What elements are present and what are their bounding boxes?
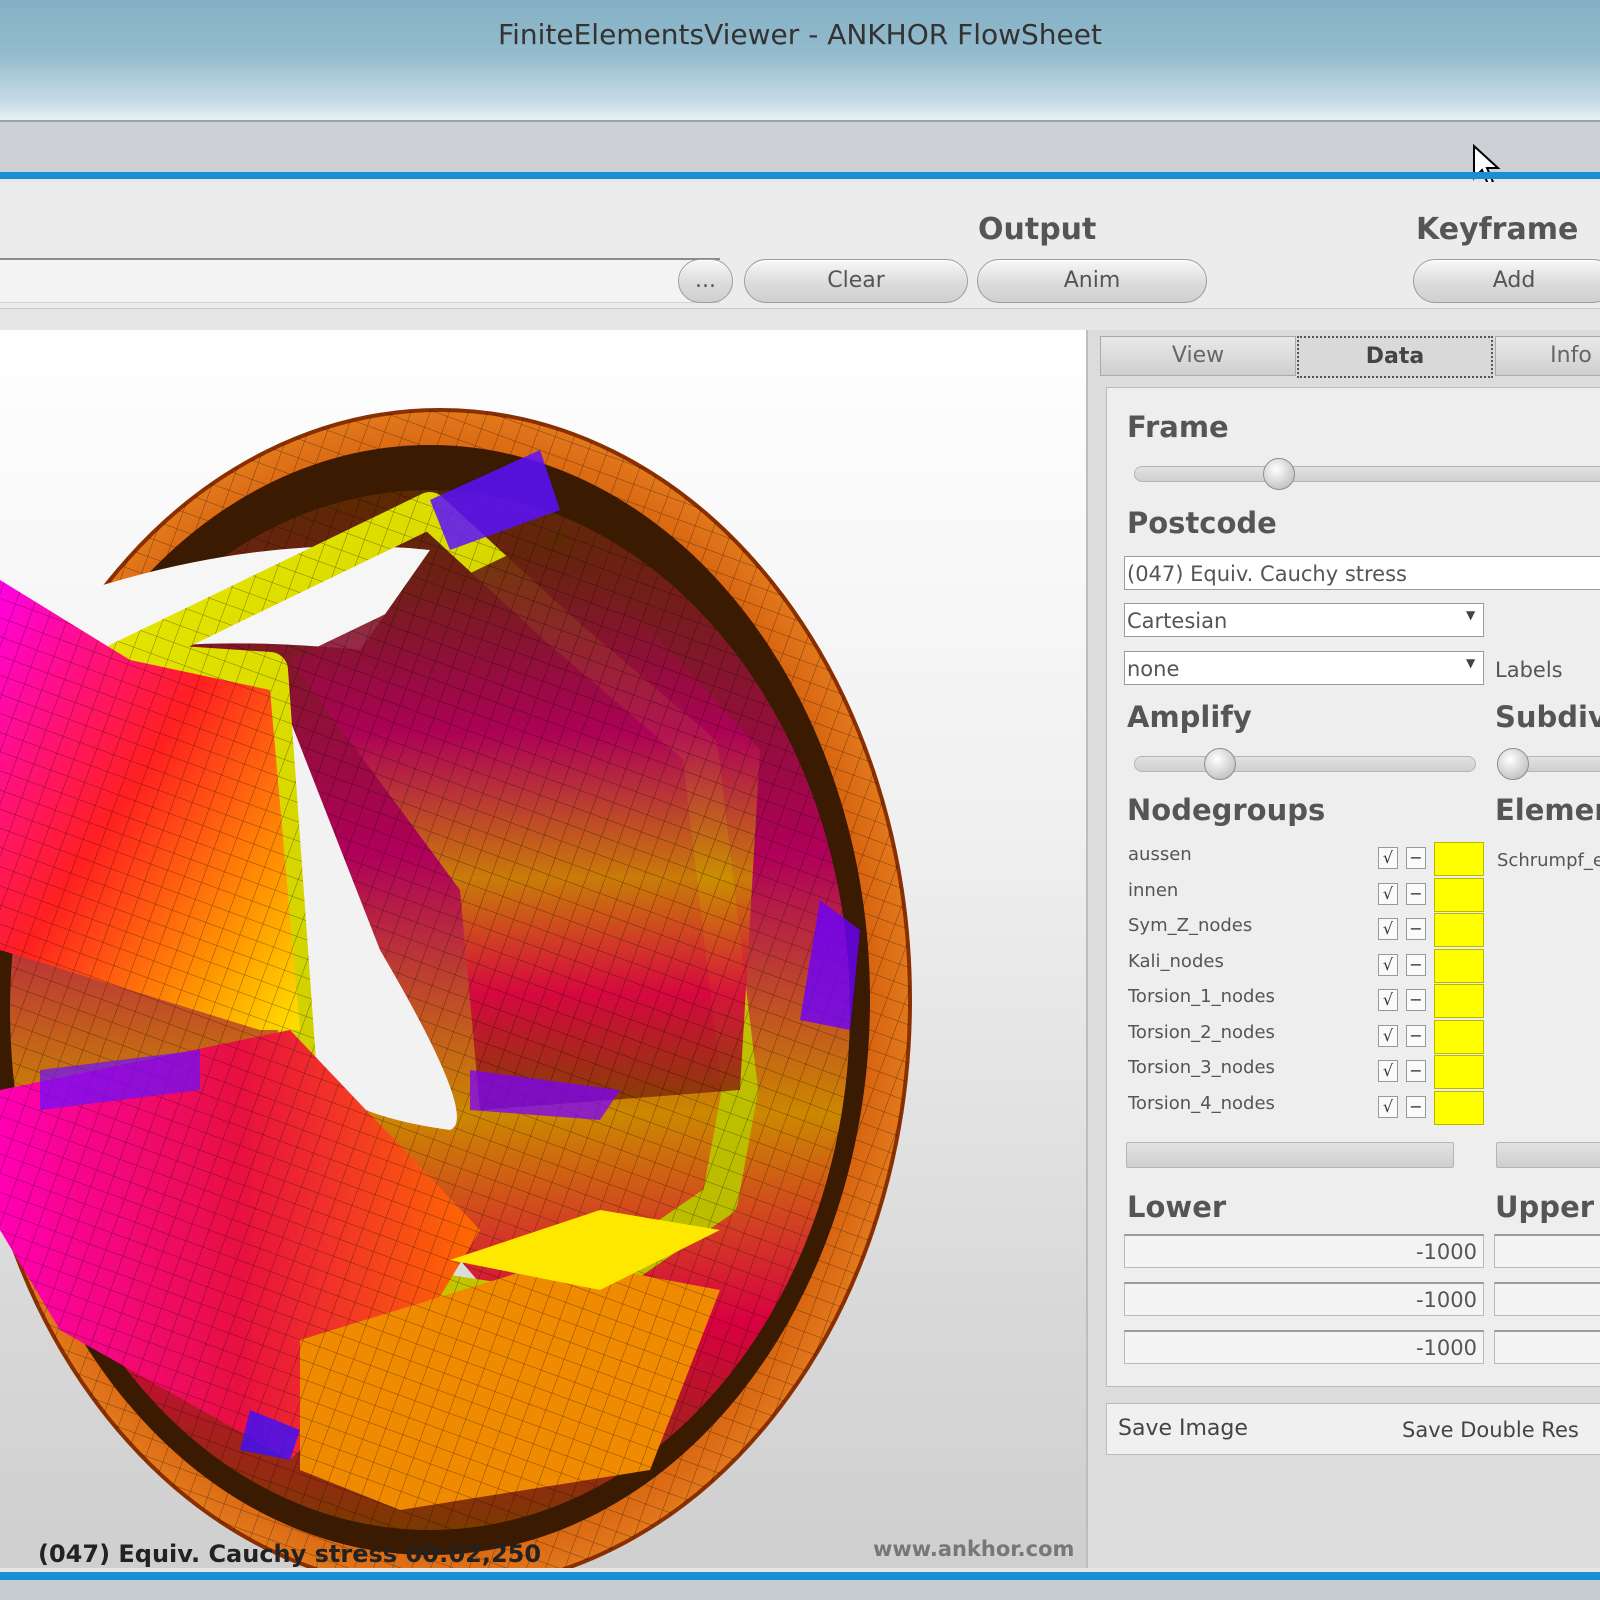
subdivision-title: Subdivi xyxy=(1495,700,1600,734)
lower-value-3[interactable]: -1000 xyxy=(1124,1330,1484,1364)
upper-value-3[interactable] xyxy=(1494,1330,1600,1364)
nodegroup-visible-checkbox[interactable]: √ xyxy=(1378,1060,1398,1082)
nodegroup-minus-checkbox[interactable]: − xyxy=(1406,1095,1426,1118)
labels-caption: Labels xyxy=(1495,658,1563,682)
nodegroups-title: Nodegroups xyxy=(1127,793,1326,827)
nodegroup-row: Torsion_1_nodes √ − xyxy=(1128,982,1484,1018)
nodegroup-visible-checkbox[interactable]: √ xyxy=(1378,1095,1398,1118)
nodegroup-color-swatch[interactable] xyxy=(1434,1090,1484,1125)
nodegroup-visible-checkbox[interactable]: √ xyxy=(1378,953,1398,976)
elements-title: Elemen xyxy=(1495,793,1600,827)
nodegroup-name: Sym_Z_nodes xyxy=(1128,915,1253,936)
add-keyframe-button[interactable]: Add xyxy=(1413,259,1600,303)
result-caption: (047) Equiv. Cauchy stress 00:02,250 xyxy=(38,1540,542,1568)
nodegroup-name: innen xyxy=(1128,879,1179,901)
nodegroup-visible-checkbox[interactable]: √ xyxy=(1378,1024,1398,1047)
nodegroup-minus-checkbox[interactable]: − xyxy=(1406,953,1426,976)
upper-value-1[interactable] xyxy=(1494,1234,1600,1268)
anim-button[interactable]: Anim xyxy=(977,259,1207,303)
amplify-title: Amplify xyxy=(1127,700,1252,734)
amplify-slider-thumb[interactable] xyxy=(1204,748,1236,780)
nodegroup-visible-checkbox[interactable]: √ xyxy=(1378,989,1398,1011)
nodegroup-row: Kali_nodes √ − xyxy=(1128,947,1484,983)
tab-info[interactable]: Info xyxy=(1495,336,1600,376)
lower-value-1[interactable]: -1000 xyxy=(1124,1234,1484,1268)
postcode-title: Postcode xyxy=(1127,506,1277,540)
keyframe-group-title: Keyframe xyxy=(1416,212,1579,247)
nodegroup-row: aussen √ − xyxy=(1128,840,1484,876)
watermark: www.ankhor.com xyxy=(873,1537,1075,1561)
clear-button[interactable]: Clear xyxy=(744,259,968,303)
nodegroup-minus-checkbox[interactable]: − xyxy=(1406,989,1426,1011)
nodegroup-row: Sym_Z_nodes √ − xyxy=(1128,911,1484,947)
nodegroup-color-swatch[interactable] xyxy=(1434,877,1484,912)
nodegroup-name: Torsion_3_nodes xyxy=(1128,1057,1275,1078)
labels-select[interactable]: none ▼ xyxy=(1124,651,1484,685)
file-path-input[interactable] xyxy=(0,258,720,303)
nodegroup-color-swatch[interactable] xyxy=(1434,1019,1484,1054)
fe-mesh-render xyxy=(0,408,912,1568)
nodegroup-color-swatch[interactable] xyxy=(1434,842,1484,876)
frame-slider-thumb[interactable] xyxy=(1263,458,1295,490)
nodegroup-row: Torsion_2_nodes √ − xyxy=(1128,1018,1484,1054)
status-bar xyxy=(0,1580,1600,1600)
elements-scrollbar[interactable] xyxy=(1496,1142,1600,1168)
nodegroup-name: Kali_nodes xyxy=(1128,950,1224,972)
nodegroup-color-swatch[interactable] xyxy=(1434,1055,1484,1089)
nodegroup-color-swatch[interactable] xyxy=(1434,948,1484,983)
menu-bar xyxy=(0,122,1600,172)
postcode-field[interactable]: (047) Equiv. Cauchy stress xyxy=(1124,556,1600,590)
chevron-down-icon: ▼ xyxy=(1466,656,1476,670)
coordinate-system-select[interactable]: Cartesian ▼ xyxy=(1124,603,1484,637)
nodegroup-visible-checkbox[interactable]: √ xyxy=(1378,882,1398,905)
accent-bar-top xyxy=(0,172,1600,179)
nodegroup-color-swatch[interactable] xyxy=(1434,913,1484,947)
lower-title: Lower xyxy=(1127,1190,1227,1224)
frame-slider[interactable] xyxy=(1134,466,1600,482)
nodegroup-name: Torsion_2_nodes xyxy=(1128,1021,1275,1043)
save-double-res-button[interactable]: Save Double Res xyxy=(1402,1418,1579,1442)
chevron-down-icon: ▼ xyxy=(1466,608,1476,622)
nodegroup-name: aussen xyxy=(1128,844,1192,865)
upper-value-2[interactable] xyxy=(1494,1282,1600,1316)
nodegroup-minus-checkbox[interactable]: − xyxy=(1406,1024,1426,1047)
accent-bar-bottom xyxy=(0,1572,1600,1580)
subdivision-slider-thumb[interactable] xyxy=(1497,748,1529,780)
output-group-title: Output xyxy=(978,212,1097,247)
nodegroup-visible-checkbox[interactable]: √ xyxy=(1378,918,1398,940)
browse-button[interactable]: ... xyxy=(678,259,733,303)
nodegroup-minus-checkbox[interactable]: − xyxy=(1406,847,1426,869)
element-item[interactable]: Schrumpf_ele xyxy=(1497,850,1600,871)
nodegroup-row: Torsion_3_nodes √ − xyxy=(1128,1053,1484,1089)
nodegroup-color-swatch[interactable] xyxy=(1434,984,1484,1018)
labels-select-value: none xyxy=(1127,657,1180,681)
amplify-slider[interactable] xyxy=(1134,756,1476,772)
nodegroup-minus-checkbox[interactable]: − xyxy=(1406,882,1426,905)
nodegroups-scrollbar[interactable] xyxy=(1126,1142,1454,1168)
nodegroup-name: Torsion_4_nodes xyxy=(1128,1092,1275,1114)
tab-view[interactable]: View xyxy=(1100,336,1296,376)
nodegroup-name: Torsion_1_nodes xyxy=(1128,986,1275,1007)
upper-title: Upper xyxy=(1495,1190,1595,1224)
window-title: FiniteElementsViewer - ANKHOR FlowSheet xyxy=(498,18,1102,51)
coordinate-system-value: Cartesian xyxy=(1127,609,1228,633)
lower-value-2[interactable]: -1000 xyxy=(1124,1282,1484,1316)
save-image-button[interactable]: Save Image xyxy=(1118,1416,1248,1441)
frame-title: Frame xyxy=(1127,410,1229,444)
nodegroup-row: Torsion_4_nodes √ − xyxy=(1128,1089,1484,1125)
nodegroup-minus-checkbox[interactable]: − xyxy=(1406,918,1426,940)
nodegroup-visible-checkbox[interactable]: √ xyxy=(1378,847,1398,869)
fe-viewport[interactable] xyxy=(0,330,1088,1568)
nodegroup-minus-checkbox[interactable]: − xyxy=(1406,1060,1426,1082)
tab-data[interactable]: Data xyxy=(1297,336,1493,378)
nodegroup-row: innen √ − xyxy=(1128,876,1484,912)
